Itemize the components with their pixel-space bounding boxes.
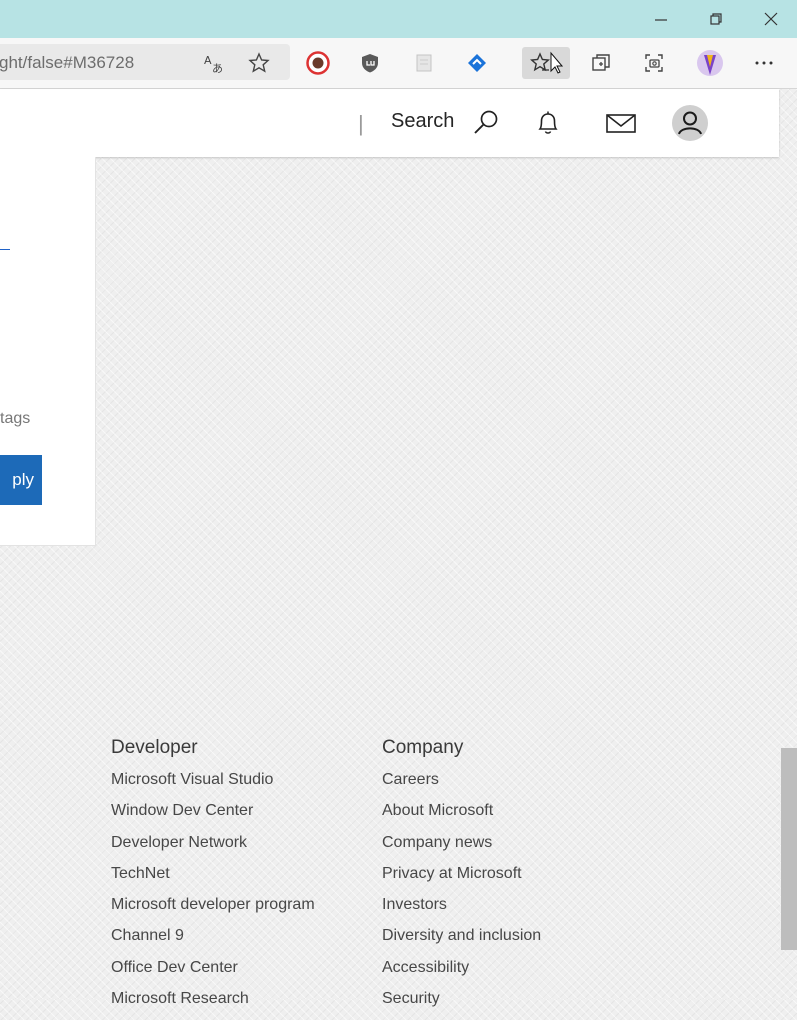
user-avatar-button[interactable] [668, 101, 712, 145]
favorites-bar-button[interactable] [522, 47, 570, 79]
reply-card: tags ply [0, 157, 96, 546]
svg-text:A: A [204, 54, 212, 67]
extension-page-icon [416, 54, 432, 72]
search-label[interactable]: Search [391, 110, 454, 133]
ublock-shield-icon [362, 54, 378, 73]
footer-link[interactable]: Investors [382, 895, 541, 926]
close-icon [764, 12, 778, 26]
close-button[interactable] [743, 0, 797, 38]
user-avatar-icon [672, 105, 708, 141]
address-url[interactable]: ght/false#M36728 [0, 53, 134, 73]
bell-icon [538, 111, 558, 134]
footer-company-heading: Company [382, 737, 464, 758]
screenshot-button[interactable] [638, 47, 670, 79]
collections-button[interactable] [585, 47, 617, 79]
profile-button[interactable] [694, 47, 726, 79]
card-link-underline[interactable] [0, 249, 10, 250]
footer-link[interactable]: Developer Network [111, 833, 315, 864]
favorite-button[interactable] [243, 47, 275, 79]
screenshot-icon [645, 54, 663, 72]
reply-button[interactable]: ply [0, 455, 42, 505]
read-aloud-button[interactable]: A あ [198, 47, 230, 79]
extension-page-button[interactable] [408, 47, 440, 79]
footer-link[interactable]: Channel 9 [111, 926, 315, 957]
header-divider: | [358, 111, 364, 136]
footer-link[interactable]: Company news [382, 833, 541, 864]
extension-avatar-icon [306, 51, 330, 75]
profile-icon [697, 50, 723, 76]
favorite-star-icon [248, 52, 270, 73]
restore-icon [710, 13, 722, 25]
svg-text:あ: あ [212, 62, 223, 74]
mail-icon [606, 114, 636, 133]
minimize-icon [655, 19, 667, 21]
footer-link[interactable]: Office Dev Center [111, 958, 315, 989]
ublock-button[interactable] [354, 47, 386, 79]
site-header: | Search [0, 89, 779, 157]
card-tags-label[interactable]: tags [0, 410, 30, 428]
footer-link[interactable]: Diversity and inclusion [382, 926, 541, 957]
footer-company-links: Careers About Microsoft Company news Pri… [382, 770, 541, 1020]
footer-link[interactable]: Window Dev Center [111, 801, 315, 832]
footer-link[interactable]: Microsoft Visual Studio [111, 770, 315, 801]
read-aloud-icon: A あ [204, 54, 223, 74]
restore-button[interactable] [688, 0, 744, 38]
browser-title-bar [0, 0, 797, 38]
extension-diamond-icon [468, 54, 486, 72]
footer-link[interactable]: Microsoft developer program [111, 895, 315, 926]
footer-link[interactable]: Accessibility [382, 958, 541, 989]
footer-developer-heading: Developer [111, 737, 198, 758]
notifications-button[interactable] [526, 101, 570, 145]
favorites-bar-icon [530, 51, 563, 74]
browser-toolbar: ght/false#M36728 A あ [0, 38, 797, 89]
footer-link[interactable]: Privacy at Microsoft [382, 864, 541, 895]
footer-developer-column: Developer Microsoft Visual Studio Window… [111, 737, 315, 1020]
footer-developer-links: Microsoft Visual Studio Window Dev Cente… [111, 770, 315, 1020]
collections-icon [592, 54, 610, 71]
extension-avatar-button[interactable] [302, 47, 334, 79]
footer-company-column: Company Careers About Microsoft Company … [382, 737, 541, 1020]
footer-link[interactable]: About Microsoft [382, 801, 541, 832]
more-menu-button[interactable] [748, 47, 780, 79]
footer-link[interactable]: Microsoft Research [111, 989, 315, 1020]
mail-button[interactable] [599, 101, 643, 145]
extension-diamond-button[interactable] [461, 47, 493, 79]
search-icon [474, 110, 498, 134]
footer-link[interactable]: TechNet [111, 864, 315, 895]
scrollbar-thumb[interactable] [781, 748, 797, 950]
more-menu-icon [755, 61, 773, 65]
footer-link[interactable]: Careers [382, 770, 541, 801]
search-button[interactable] [464, 101, 508, 145]
minimize-button[interactable] [633, 0, 689, 38]
footer-link[interactable]: Security [382, 989, 541, 1020]
